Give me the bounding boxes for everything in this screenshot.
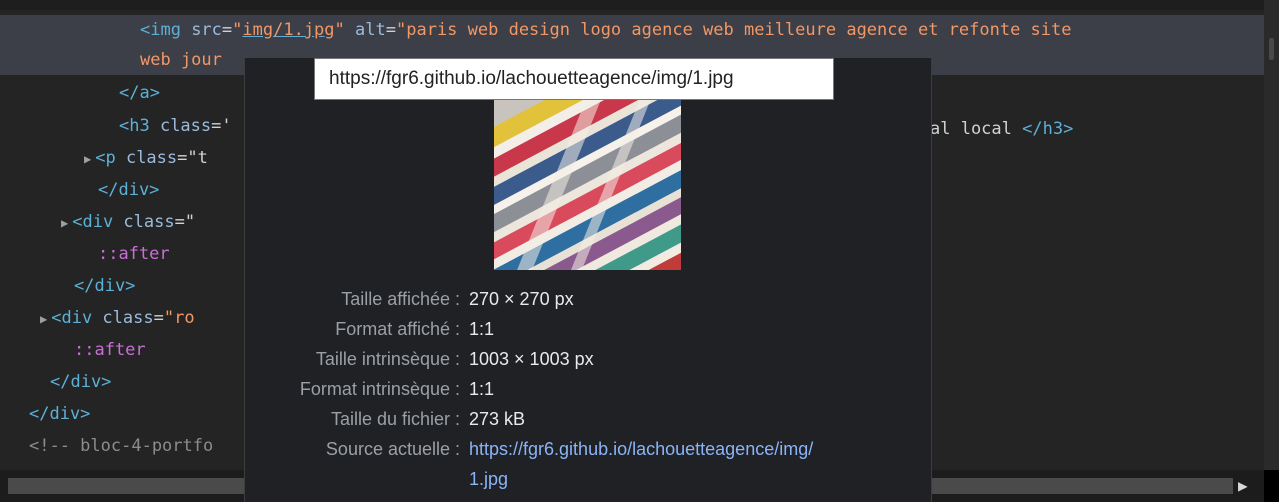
- scroll-right-arrow-icon[interactable]: ▶: [1238, 476, 1248, 495]
- displayed-ratio-label: Format affiché :: [335, 319, 460, 339]
- code-token: "ro: [163, 308, 195, 328]
- code-line[interactable]: <!-- bloc-4-portfo: [29, 431, 213, 461]
- code-line[interactable]: </a>: [119, 78, 160, 108]
- code-token[interactable]: img/1.jpg: [242, 20, 334, 40]
- expand-triangle-icon[interactable]: ▶: [84, 152, 91, 166]
- scrollbar-corner: [1264, 470, 1279, 502]
- code-line[interactable]: ::after: [98, 239, 170, 269]
- image-preview-thumbnail: [494, 100, 681, 270]
- top-strip: [0, 0, 1279, 10]
- code-token: class: [102, 308, 154, 328]
- intrinsic-size-value: 1003 × 1003 px: [469, 349, 594, 369]
- code-token: =": [174, 212, 196, 232]
- code-token: </div>: [29, 404, 91, 424]
- source-link[interactable]: https://fgr6.github.io/lachouetteagence/…: [469, 434, 813, 464]
- code-line[interactable]: ▶ <p class="t: [84, 143, 208, 173]
- code-line[interactable]: ::after: [74, 335, 146, 365]
- code-token: ::after: [98, 244, 170, 264]
- code-line[interactable]: <img src="img/1.jpg" alt="paris web desi…: [140, 15, 1072, 45]
- code-token: =: [385, 20, 396, 40]
- displayed-size-value: 270 × 270 px: [469, 289, 574, 309]
- code-token: =: [221, 20, 233, 40]
- code-token: ": [232, 20, 243, 40]
- vertical-scroll-thumb[interactable]: [1269, 38, 1274, 60]
- code-token: </div>: [74, 276, 136, 296]
- intrinsic-ratio-value: 1:1: [469, 379, 495, 399]
- code-token: class: [159, 116, 212, 136]
- code-token: <div: [72, 212, 124, 232]
- code-token: class: [125, 148, 178, 168]
- code-token: ::after: [74, 340, 146, 360]
- code-line[interactable]: </div>: [98, 175, 159, 205]
- expand-triangle-icon[interactable]: ▶: [40, 312, 47, 326]
- code-token: alt: [355, 20, 386, 40]
- h3-tail-text: al local: [930, 119, 1023, 139]
- code-token: </div>: [98, 180, 160, 200]
- code-line[interactable]: <h3 class=': [119, 111, 232, 141]
- code-line[interactable]: </div>: [29, 399, 90, 429]
- file-size-value: 273 kB: [469, 409, 526, 429]
- code-token: </div>: [50, 372, 112, 392]
- code-token: ="t: [177, 148, 208, 168]
- expand-triangle-icon[interactable]: ▶: [61, 216, 68, 230]
- code-token: <img: [140, 20, 192, 40]
- code-line[interactable]: </div>: [74, 271, 135, 301]
- code-token: =: [153, 308, 164, 328]
- code-line[interactable]: web jour: [140, 45, 222, 75]
- displayed-ratio-value: 1:1: [469, 319, 495, 339]
- code-token: <h3: [119, 116, 160, 136]
- file-size-label: Taille du fichier :: [330, 409, 460, 429]
- source-link-continued[interactable]: 1.jpg: [469, 464, 508, 494]
- code-token: class: [123, 212, 175, 232]
- code-token: "paris web design logo agence web meille…: [396, 20, 1072, 40]
- code-line[interactable]: ▶ <div class="ro: [40, 303, 195, 333]
- code-token: <div: [51, 308, 103, 328]
- image-url-tooltip: https://fgr6.github.io/lachouetteagence/…: [314, 58, 834, 100]
- intrinsic-size-label: Taille intrinsèque :: [315, 349, 460, 369]
- code-line[interactable]: </div>: [50, 367, 111, 397]
- code-token: <p: [95, 148, 126, 168]
- displayed-size-label: Taille affichée :: [341, 289, 460, 309]
- code-token: ": [334, 20, 345, 40]
- code-line[interactable]: ▶ <div class=": [61, 207, 195, 237]
- vertical-scrollbar[interactable]: [1264, 0, 1279, 470]
- code-token: =': [211, 116, 232, 136]
- code-token: <!-- bloc-4-portfo: [29, 436, 214, 456]
- h3-close-tag: </h3>: [1022, 119, 1074, 139]
- code-token: src: [191, 20, 222, 40]
- code-token: </a>: [119, 83, 160, 103]
- h3-tail[interactable]: al local </h3>: [930, 114, 1073, 144]
- source-label: Source actuelle :: [325, 439, 460, 459]
- intrinsic-ratio-label: Format intrinsèque :: [299, 379, 460, 399]
- code-token: web jour: [140, 50, 222, 70]
